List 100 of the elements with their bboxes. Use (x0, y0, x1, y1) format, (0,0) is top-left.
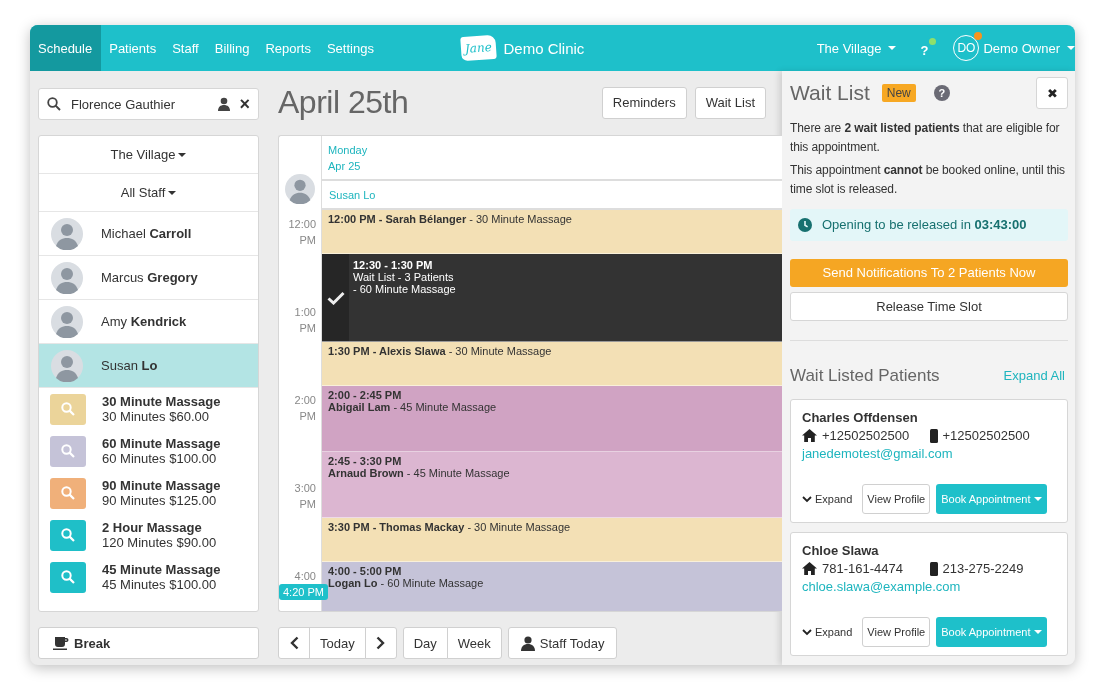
service-name: 90 Minute Massage (102, 478, 221, 493)
hour-label: 1:00 (294, 305, 316, 320)
caret-icon (888, 46, 897, 50)
appointment-time: 4:00 - 5:00 PM (328, 565, 403, 577)
service-name: 2 Hour Massage (102, 520, 203, 535)
clock-icon (798, 217, 812, 232)
appointment-time: 2:00 - 2:45 PM (328, 389, 403, 401)
caret-icon (168, 190, 177, 195)
patient-name: Charles Offdensen (802, 410, 919, 425)
clinic-name: Demo Clinic (503, 39, 585, 57)
staff-item[interactable]: Susan Lo (39, 344, 258, 388)
close-button[interactable]: ✖ (1036, 77, 1068, 109)
today-button[interactable]: Today (309, 627, 366, 659)
avatar-icon (51, 261, 83, 294)
service-item[interactable]: 30 Minute Massage 30 Minutes $60.00 (39, 388, 258, 430)
mobile-phone: 213-275-2249 (942, 561, 1024, 576)
logo: Jane (459, 34, 497, 62)
appointment-text: 3:30 PM - Thomas Mackay - 30 Minute Massage (328, 521, 572, 533)
day-label: Monday (328, 142, 369, 158)
view-button[interactable]: Week (446, 627, 502, 659)
search-icon (61, 444, 75, 458)
chevron-down-icon (802, 495, 812, 503)
period-label: PM (299, 409, 316, 424)
caret-icon (1033, 497, 1042, 501)
appointment-text: Logan Lo - 60 Minute Massage (328, 577, 485, 589)
search-icon (47, 97, 61, 111)
staff-filter[interactable]: All Staff (39, 174, 258, 212)
appointment-text: Abigail Lam - 45 Minute Massage (328, 401, 498, 413)
new-badge: New (881, 84, 916, 102)
info-text: This appointment cannot be booked online, until this time slot is released. (790, 162, 1066, 198)
search-field[interactable]: Florence Gauthier × (38, 88, 259, 120)
period-label: PM (299, 233, 316, 248)
previous-button[interactable] (278, 627, 310, 659)
chevron-down-icon (802, 628, 812, 636)
search-icon (61, 528, 75, 542)
release-time-slot-button[interactable]: Release Time Slot (790, 292, 1068, 322)
person-icon[interactable] (217, 97, 232, 111)
period-label: PM (299, 497, 316, 512)
section-heading: Wait Listed Patients (790, 365, 940, 386)
appointment-text: Arnaud Brown - 45 Minute Massage (328, 467, 511, 479)
appointment-block[interactable]: 3:30 PM - Thomas Mackay - 30 Minute Massage (322, 518, 782, 562)
clear-button[interactable]: × (239, 95, 250, 113)
service-name: 60 Minute Massage (102, 436, 221, 451)
appointment-text: 12:00 PM - Sarah Bélanger - 30 Minute Massage (328, 213, 573, 225)
hour-label: 4:00 (294, 569, 316, 584)
view-profile-button[interactable]: View Profile (862, 617, 931, 647)
search-icon (61, 486, 75, 500)
view-profile-button[interactable]: View Profile (862, 484, 931, 514)
mobile-phone-icon (929, 428, 938, 443)
current-time-badge: 4:20 PM (279, 584, 328, 600)
view-button[interactable]: Day (402, 627, 448, 659)
home-phone: 781-161-4474 (822, 561, 903, 576)
service-item[interactable]: 60 Minute Massage 60 Minutes $100.00 (39, 430, 258, 472)
service-detail: 45 Minutes $100.00 (102, 577, 218, 592)
appointment-text: 1:30 PM - Alexis Slawa - 30 Minute Massage (328, 345, 553, 357)
search-icon (61, 570, 75, 584)
toolbar-button[interactable]: Wait List (694, 86, 766, 119)
avatar-icon (51, 305, 83, 338)
staff-item[interactable]: Marcus Gregory (39, 256, 258, 300)
service-name: 45 Minute Massage (102, 562, 221, 577)
period-label: PM (299, 321, 316, 336)
info-text: There are 2 wait listed patients that are eligible for this appointment. (790, 120, 1061, 156)
service-item[interactable]: 2 Hour Massage 120 Minutes $90.00 (39, 514, 258, 556)
appointment-block[interactable]: 1:30 PM - Alexis Slawa - 30 Minute Massage (322, 342, 782, 386)
appointment-block[interactable]: 2:00 - 2:45 PM Abigail Lam - 45 Minute Massage (322, 386, 782, 452)
break-button[interactable]: Break (38, 627, 259, 659)
expand-link[interactable]: Expand (802, 493, 853, 505)
appointment-text: Wait List - 3 Patients (353, 271, 455, 283)
appointment-block[interactable]: 4:00 - 5:00 PM Logan Lo - 60 Minute Massage (322, 562, 782, 611)
appointment-block[interactable]: 12:30 - 1:30 PM Wait List - 3 Patients - 60 Minute Massage (322, 254, 782, 342)
caret-icon (1033, 630, 1042, 634)
countdown-text: Opening to be released in 03:43:00 (822, 217, 1027, 233)
service-item[interactable]: 45 Minute Massage 45 Minutes $100.00 (39, 556, 258, 598)
chevron-right-icon (376, 636, 386, 650)
appointment-block[interactable]: 2:45 - 3:30 PM Arnaud Brown - 45 Minute Massage (322, 452, 782, 518)
service-item[interactable]: 90 Minute Massage 90 Minutes $125.00 (39, 472, 258, 514)
home-icon (802, 562, 817, 575)
appointment-text: - 60 Minute Massage (353, 283, 456, 295)
mobile-phone-icon (929, 561, 938, 576)
panel-title: Wait List (790, 81, 870, 105)
expand-link[interactable]: Expand (802, 626, 853, 638)
service-name: 30 Minute Massage (102, 394, 221, 409)
staff-item[interactable]: Michael Carroll (39, 212, 258, 256)
appointment-block[interactable]: 12:00 PM - Sarah Bélanger - 30 Minute Massage (322, 210, 782, 254)
date-label: Apr 25 (328, 158, 362, 174)
caret-icon (178, 152, 187, 157)
next-button[interactable] (364, 627, 397, 659)
patient-name: Chloe Slawa (802, 543, 880, 558)
location-filter[interactable]: The Village (39, 136, 258, 174)
avatar-icon (51, 349, 83, 382)
mobile-phone: +12502502500 (942, 428, 1030, 443)
coffee-cup-icon (53, 636, 69, 650)
appointment-time: 12:30 - 1:30 PM (353, 259, 434, 271)
hour-label: 12:00 (288, 217, 316, 232)
hour-label: 2:00 (294, 393, 316, 408)
help-icon[interactable]: ? (933, 85, 950, 101)
staff-today-button[interactable]: Staff Today (507, 627, 618, 659)
toolbar-button[interactable]: Reminders (601, 86, 687, 119)
service-detail: 120 Minutes $90.00 (102, 535, 217, 550)
home-phone: +12502502500 (822, 428, 910, 443)
